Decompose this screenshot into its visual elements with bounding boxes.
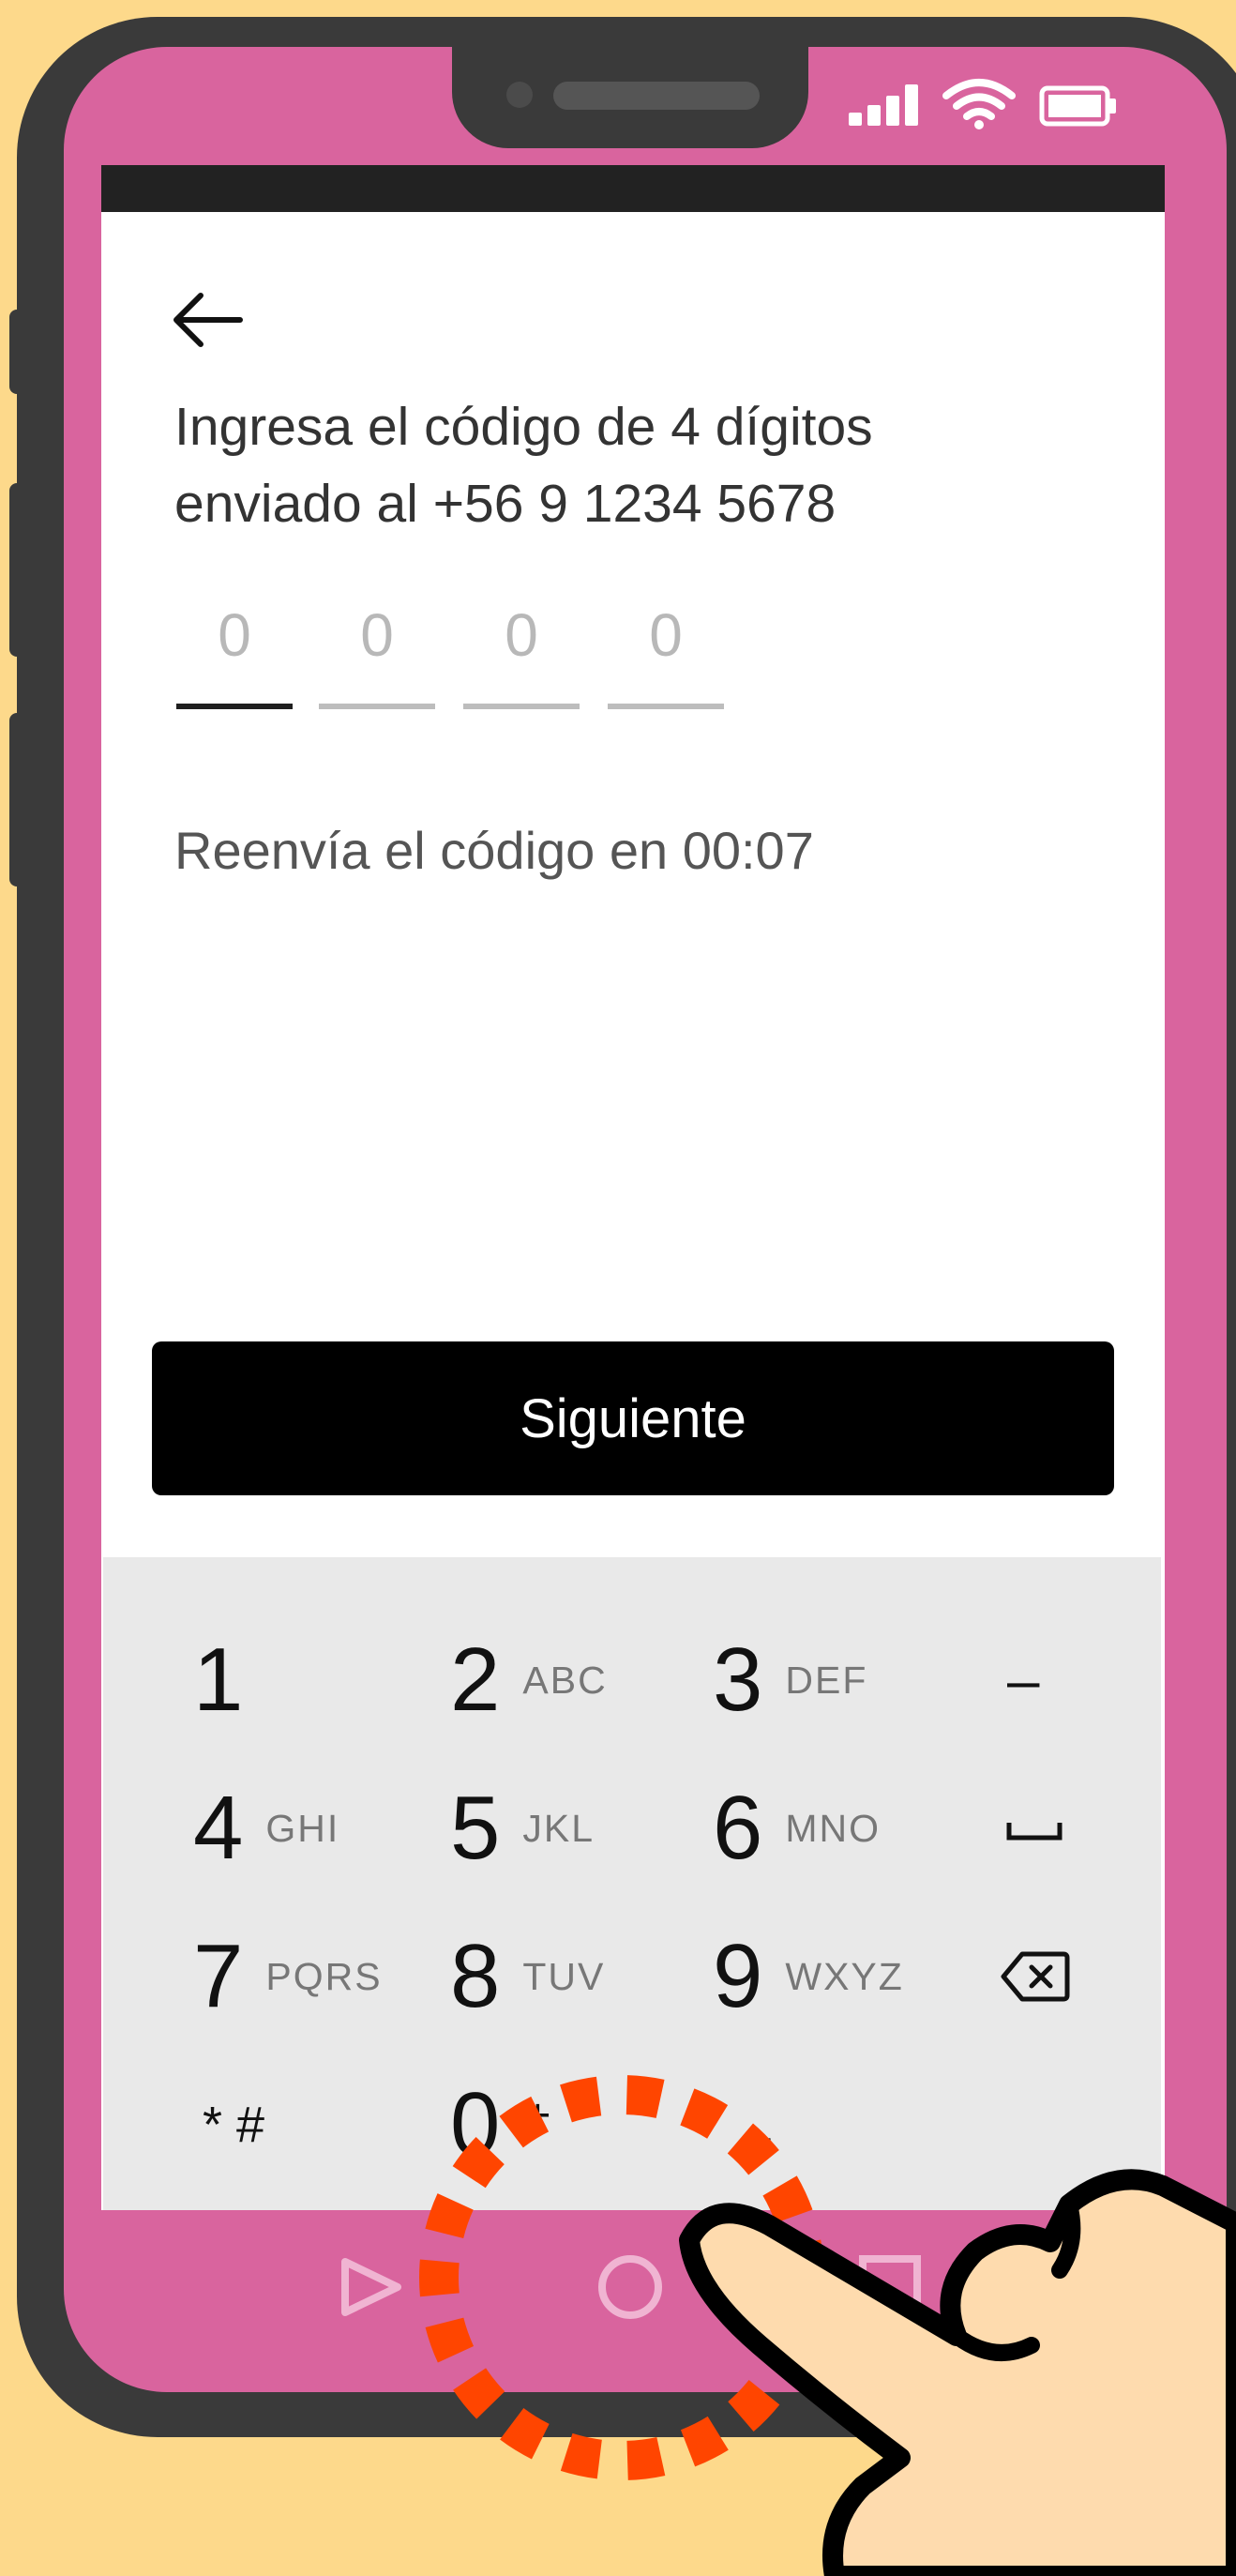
key-2[interactable]: 2 ABC [450, 1610, 608, 1750]
app-screen: Ingresa el código de 4 dígitos enviado a… [101, 212, 1165, 2210]
key-number: 8 [450, 1926, 501, 2026]
code-digit-2[interactable]: 0 [319, 587, 435, 709]
key-number: 7 [193, 1926, 244, 2026]
code-digit-underline [176, 704, 293, 709]
key-letters: JKL [522, 1806, 595, 1850]
key-letters: GHI [265, 1806, 340, 1850]
numeric-keypad: 1 2 ABC 3 DEF – 4 GHI 5 JKL 6 MNO 7 PQRS… [103, 1557, 1161, 2210]
backspace-icon [1001, 1951, 1070, 2002]
key-7[interactable]: 7 PQRS [193, 1906, 383, 2047]
key-symbol: * # [203, 2097, 265, 2153]
key-8[interactable]: 8 TUV [450, 1906, 605, 2047]
key-symbol: . [760, 2092, 776, 2158]
volume-down-button [9, 713, 30, 886]
key-star-hash[interactable]: * # [203, 2054, 264, 2195]
status-bar [101, 165, 1165, 212]
earpiece-speaker [553, 82, 760, 110]
key-4[interactable]: 4 GHI [193, 1758, 339, 1899]
wifi-icon [942, 79, 1016, 129]
key-1[interactable]: 1 [193, 1610, 243, 1750]
key-number: 1 [193, 1629, 244, 1730]
status-icons [849, 75, 1121, 131]
key-9[interactable]: 9 WXYZ [713, 1906, 904, 2047]
key-0[interactable]: 0 + [450, 2054, 550, 2195]
code-digit-placeholder: 0 [505, 601, 538, 669]
prompt-text-line2: enviado al +56 9 1234 5678 [174, 474, 837, 534]
key-number: 2 [450, 1629, 501, 1730]
volume-up-button [9, 483, 30, 657]
nav-recents-icon[interactable] [859, 2255, 921, 2317]
code-digit-3[interactable]: 0 [463, 587, 580, 709]
key-letters: MNO [785, 1806, 882, 1850]
front-camera [506, 82, 533, 108]
code-digit-1[interactable]: 0 [176, 587, 293, 709]
code-digit-placeholder: 0 [360, 601, 394, 669]
key-backspace[interactable] [1000, 1906, 1071, 2047]
key-6[interactable]: 6 MNO [713, 1758, 881, 1899]
code-digit-underline [463, 704, 580, 709]
key-space[interactable] [1002, 1758, 1067, 1899]
prompt-text-line1: Ingresa el código de 4 dígitos [174, 397, 873, 457]
arrow-left-icon [173, 293, 243, 347]
key-number: 5 [450, 1778, 501, 1878]
nav-home-icon[interactable] [598, 2255, 662, 2319]
key-letters: PQRS [265, 1954, 383, 1998]
system-nav-bar [101, 2210, 1165, 2360]
key-letters: DEF [785, 1658, 868, 1702]
side-button [9, 310, 30, 394]
battery-icon [1039, 85, 1116, 127]
key-number: 0 [450, 2074, 501, 2174]
key-number: 9 [713, 1926, 763, 2026]
space-icon [1006, 1823, 1063, 1841]
code-digit-underline [608, 704, 724, 709]
key-letters: ABC [522, 1658, 608, 1702]
code-digit-placeholder: 0 [218, 601, 251, 669]
code-digit-placeholder: 0 [649, 601, 683, 669]
key-5[interactable]: 5 JKL [450, 1758, 595, 1899]
back-button[interactable] [167, 278, 251, 362]
key-number: 3 [713, 1629, 763, 1730]
key-letters: WXYZ [785, 1954, 904, 1998]
key-symbol: – [1007, 1647, 1040, 1713]
key-dot[interactable]: . [760, 2054, 776, 2195]
key-letters: TUV [522, 1954, 606, 1998]
key-dash[interactable]: – [1007, 1610, 1039, 1750]
nav-back-icon[interactable] [341, 2258, 401, 2316]
code-digit-4[interactable]: 0 [608, 587, 724, 709]
key-plus: + [524, 2090, 551, 2141]
key-number: 6 [713, 1778, 763, 1878]
resend-countdown: Reenvía el código en 00:07 [174, 821, 814, 880]
next-button[interactable]: Siguiente [152, 1341, 1114, 1495]
key-number: 4 [193, 1778, 244, 1878]
code-digit-underline [319, 704, 435, 709]
signal-icon [849, 84, 918, 126]
key-3[interactable]: 3 DEF [713, 1610, 867, 1750]
